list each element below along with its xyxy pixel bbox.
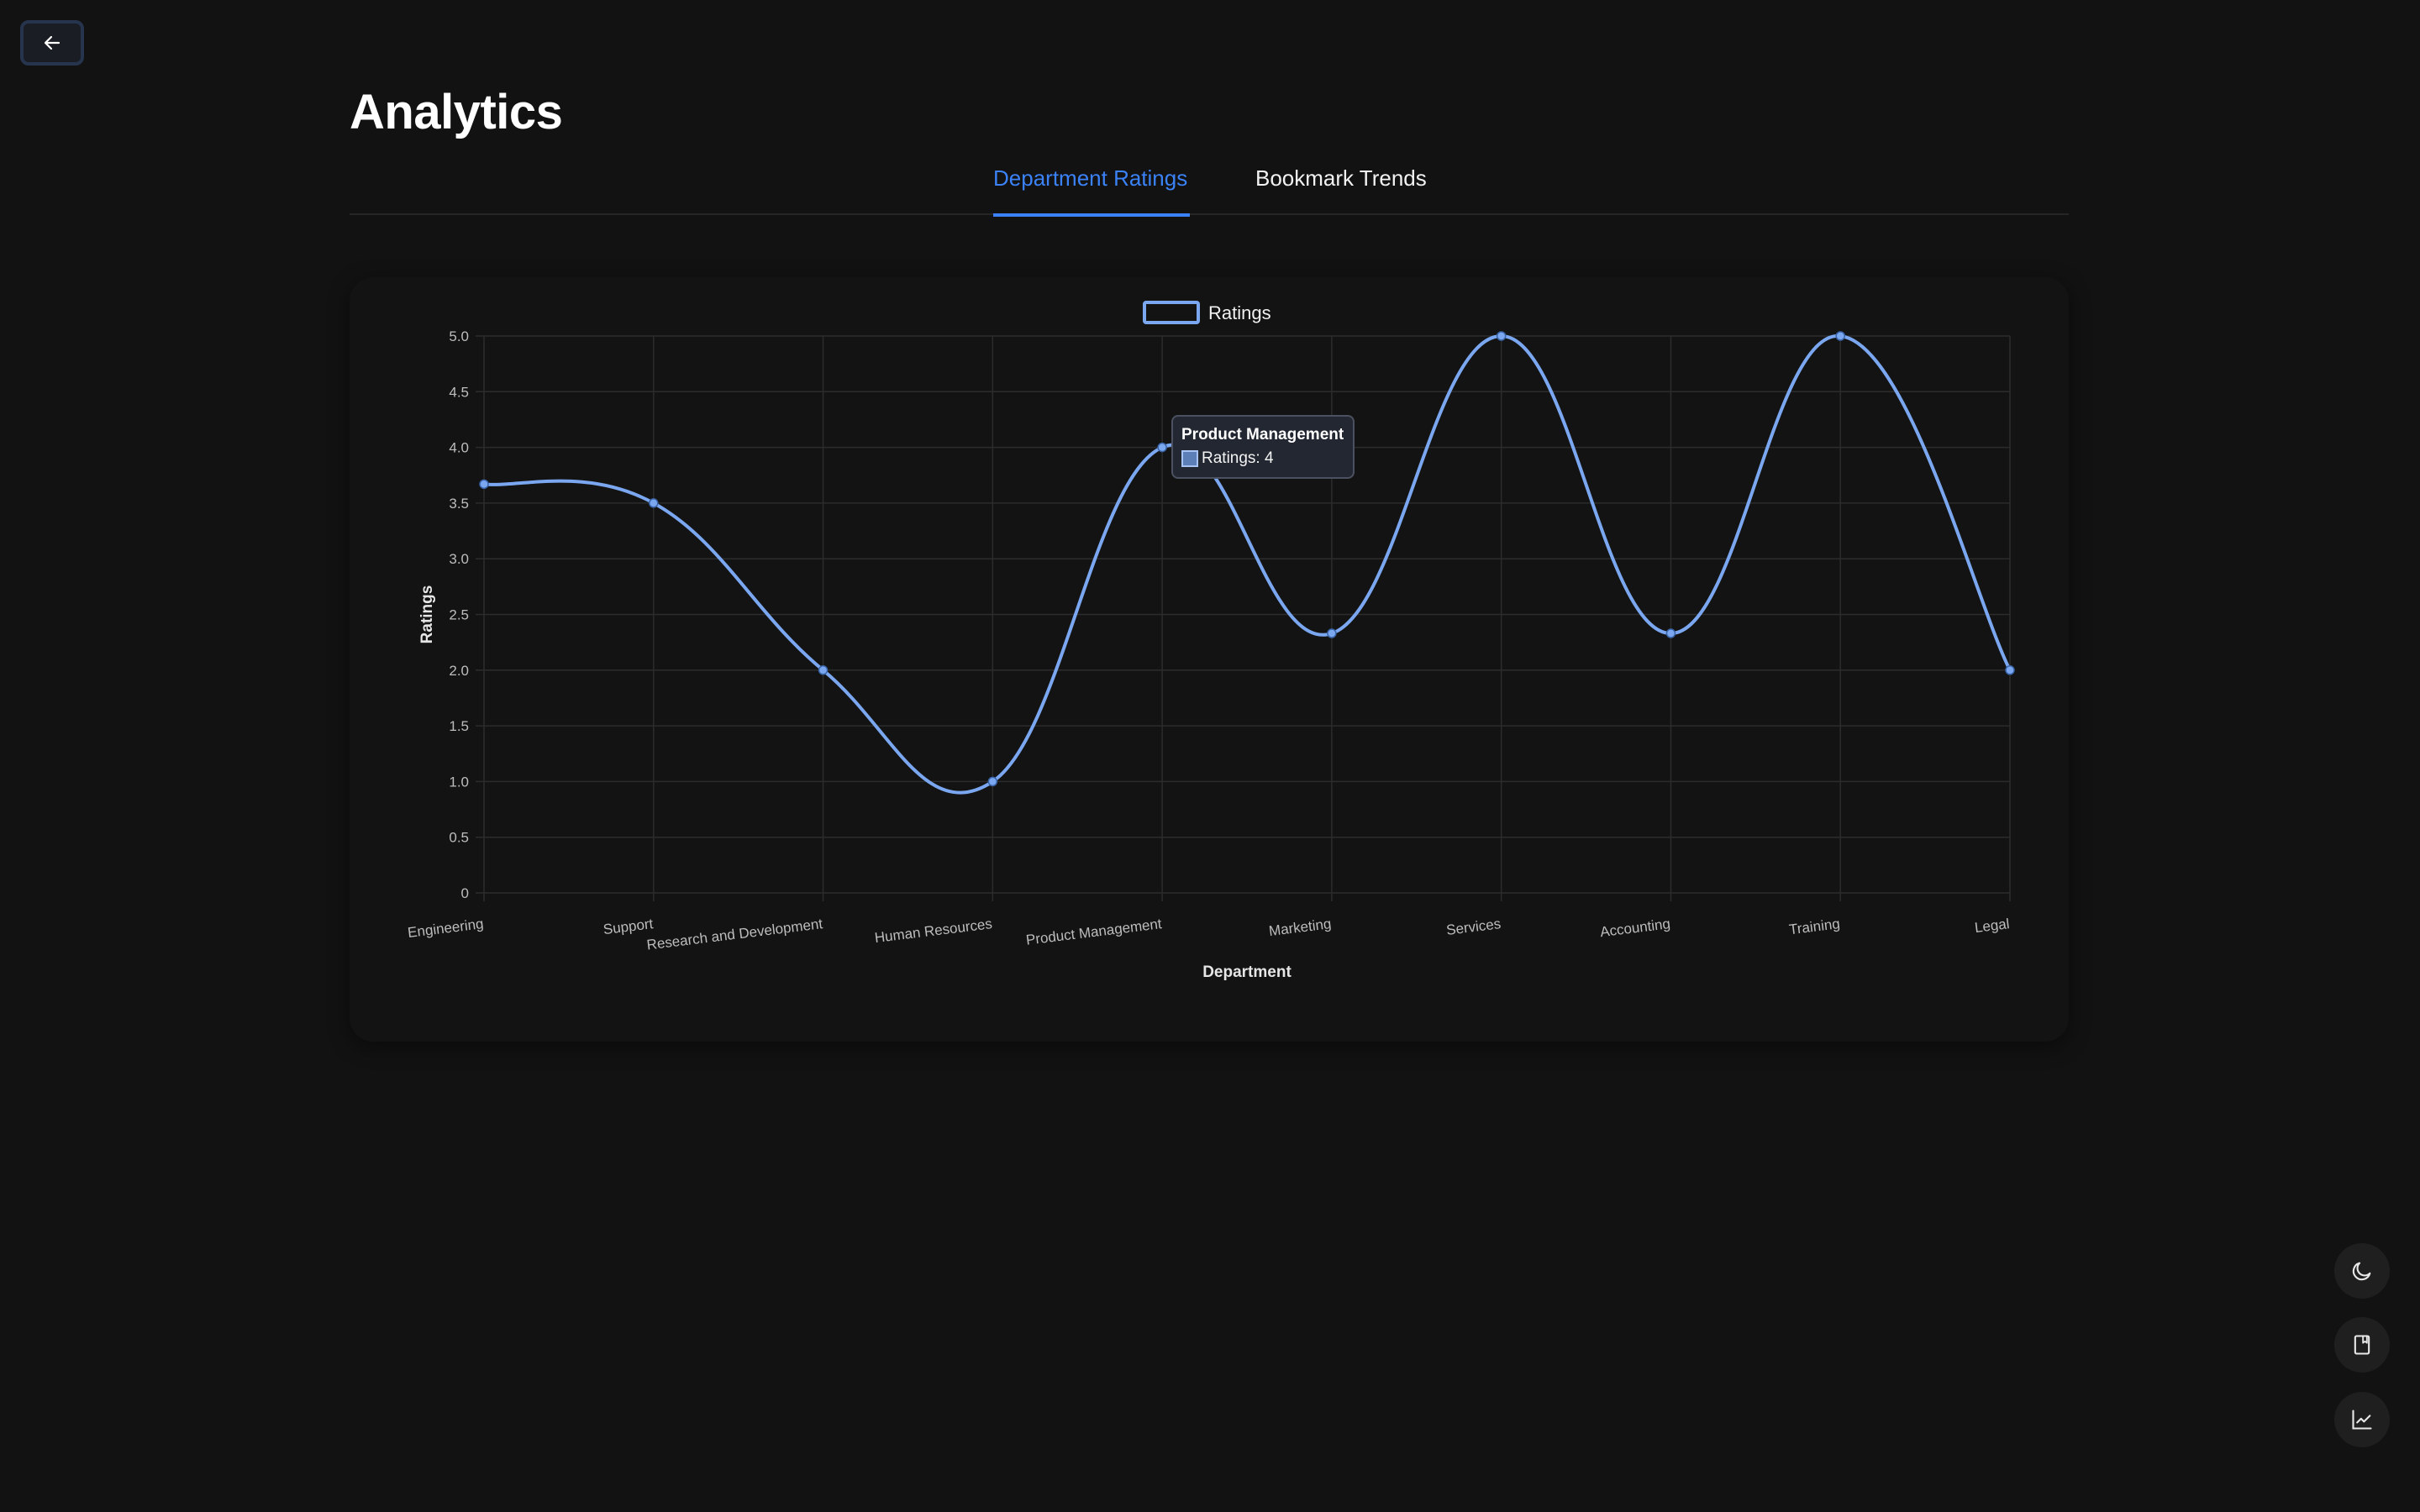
y-tick-label: 2.5: [449, 607, 469, 623]
x-tick-label: Services: [1445, 916, 1502, 938]
data-point: [1327, 628, 1337, 638]
x-tick-label: Marketing: [1268, 916, 1332, 939]
data-point: [479, 479, 489, 490]
y-tick-label: 5.0: [449, 328, 469, 344]
y-tick-label: 4.0: [449, 440, 469, 456]
tab-bar: Department Ratings Bookmark Trends: [350, 160, 2069, 217]
tab-department-ratings[interactable]: Department Ratings: [993, 160, 1190, 217]
data-point: [818, 665, 829, 675]
x-tick-label: Research and Development: [646, 916, 824, 953]
x-tick-label: Accounting: [1599, 916, 1671, 940]
chart-card: 0 0.5 1.0 1.5 2.0 2.5 3.0 3.5 4.0 4.5 5.0 Engineeri…: [350, 277, 2069, 1042]
data-point: [987, 776, 998, 787]
data-point: [649, 498, 659, 508]
y-tick-label: 4.5: [449, 384, 469, 400]
analytics-button[interactable]: [2334, 1392, 2390, 1447]
arrow-left-icon: [44, 35, 60, 50]
x-tick-label: Engineering: [407, 916, 484, 941]
bookmarks-button[interactable]: [2334, 1317, 2390, 1373]
data-point: [2005, 665, 2015, 675]
tooltip-swatch: [1181, 450, 1198, 467]
y-tick-label: 2.0: [449, 663, 469, 679]
y-tick-label: 3.0: [449, 551, 469, 567]
y-tick-label: 1.0: [449, 774, 469, 790]
y-axis-title: Ratings: [418, 585, 436, 644]
data-point: [1496, 331, 1507, 341]
data-point: [1665, 628, 1676, 638]
ratings-line-chart: 0 0.5 1.0 1.5 2.0 2.5 3.0 3.5 4.0 4.5 5.0 Engineeri…: [407, 301, 2015, 981]
tooltip-title: Product Management: [1181, 426, 1344, 444]
y-tick-label: 1.5: [449, 718, 469, 734]
theme-toggle-button[interactable]: [2334, 1243, 2390, 1299]
data-point: [1835, 331, 1845, 341]
back-button[interactable]: [20, 20, 84, 66]
moon-icon: [2352, 1262, 2371, 1281]
x-tick-label: Legal: [1974, 916, 2011, 936]
ratings-series-line: [483, 333, 2012, 795]
x-tick-label: Human Resources: [874, 916, 993, 946]
bookmark-icon: [2354, 1335, 2370, 1355]
tooltip-value: Ratings: 4: [1202, 449, 1274, 467]
tab-bookmark-trends[interactable]: Bookmark Trends: [1255, 160, 1432, 215]
page-title: Analytics: [350, 85, 563, 139]
legend-swatch: [1143, 301, 1200, 324]
x-tick-label: Support: [602, 916, 655, 937]
y-tick-label: 0: [461, 885, 469, 901]
y-tick-label: 0.5: [449, 830, 469, 846]
legend-label: Ratings: [1208, 302, 1271, 323]
line-chart-icon: [2352, 1410, 2372, 1430]
chart-tooltip: Product Management Ratings: 4: [1171, 415, 1355, 479]
y-tick-label: 3.5: [449, 496, 469, 512]
x-tick-label: Product Management: [1025, 916, 1163, 948]
x-axis-title: Department: [1202, 963, 1292, 981]
tooltip-row: Ratings: 4: [1181, 447, 1344, 470]
x-tick-label: Training: [1788, 916, 1841, 937]
data-point: [1157, 442, 1167, 453]
